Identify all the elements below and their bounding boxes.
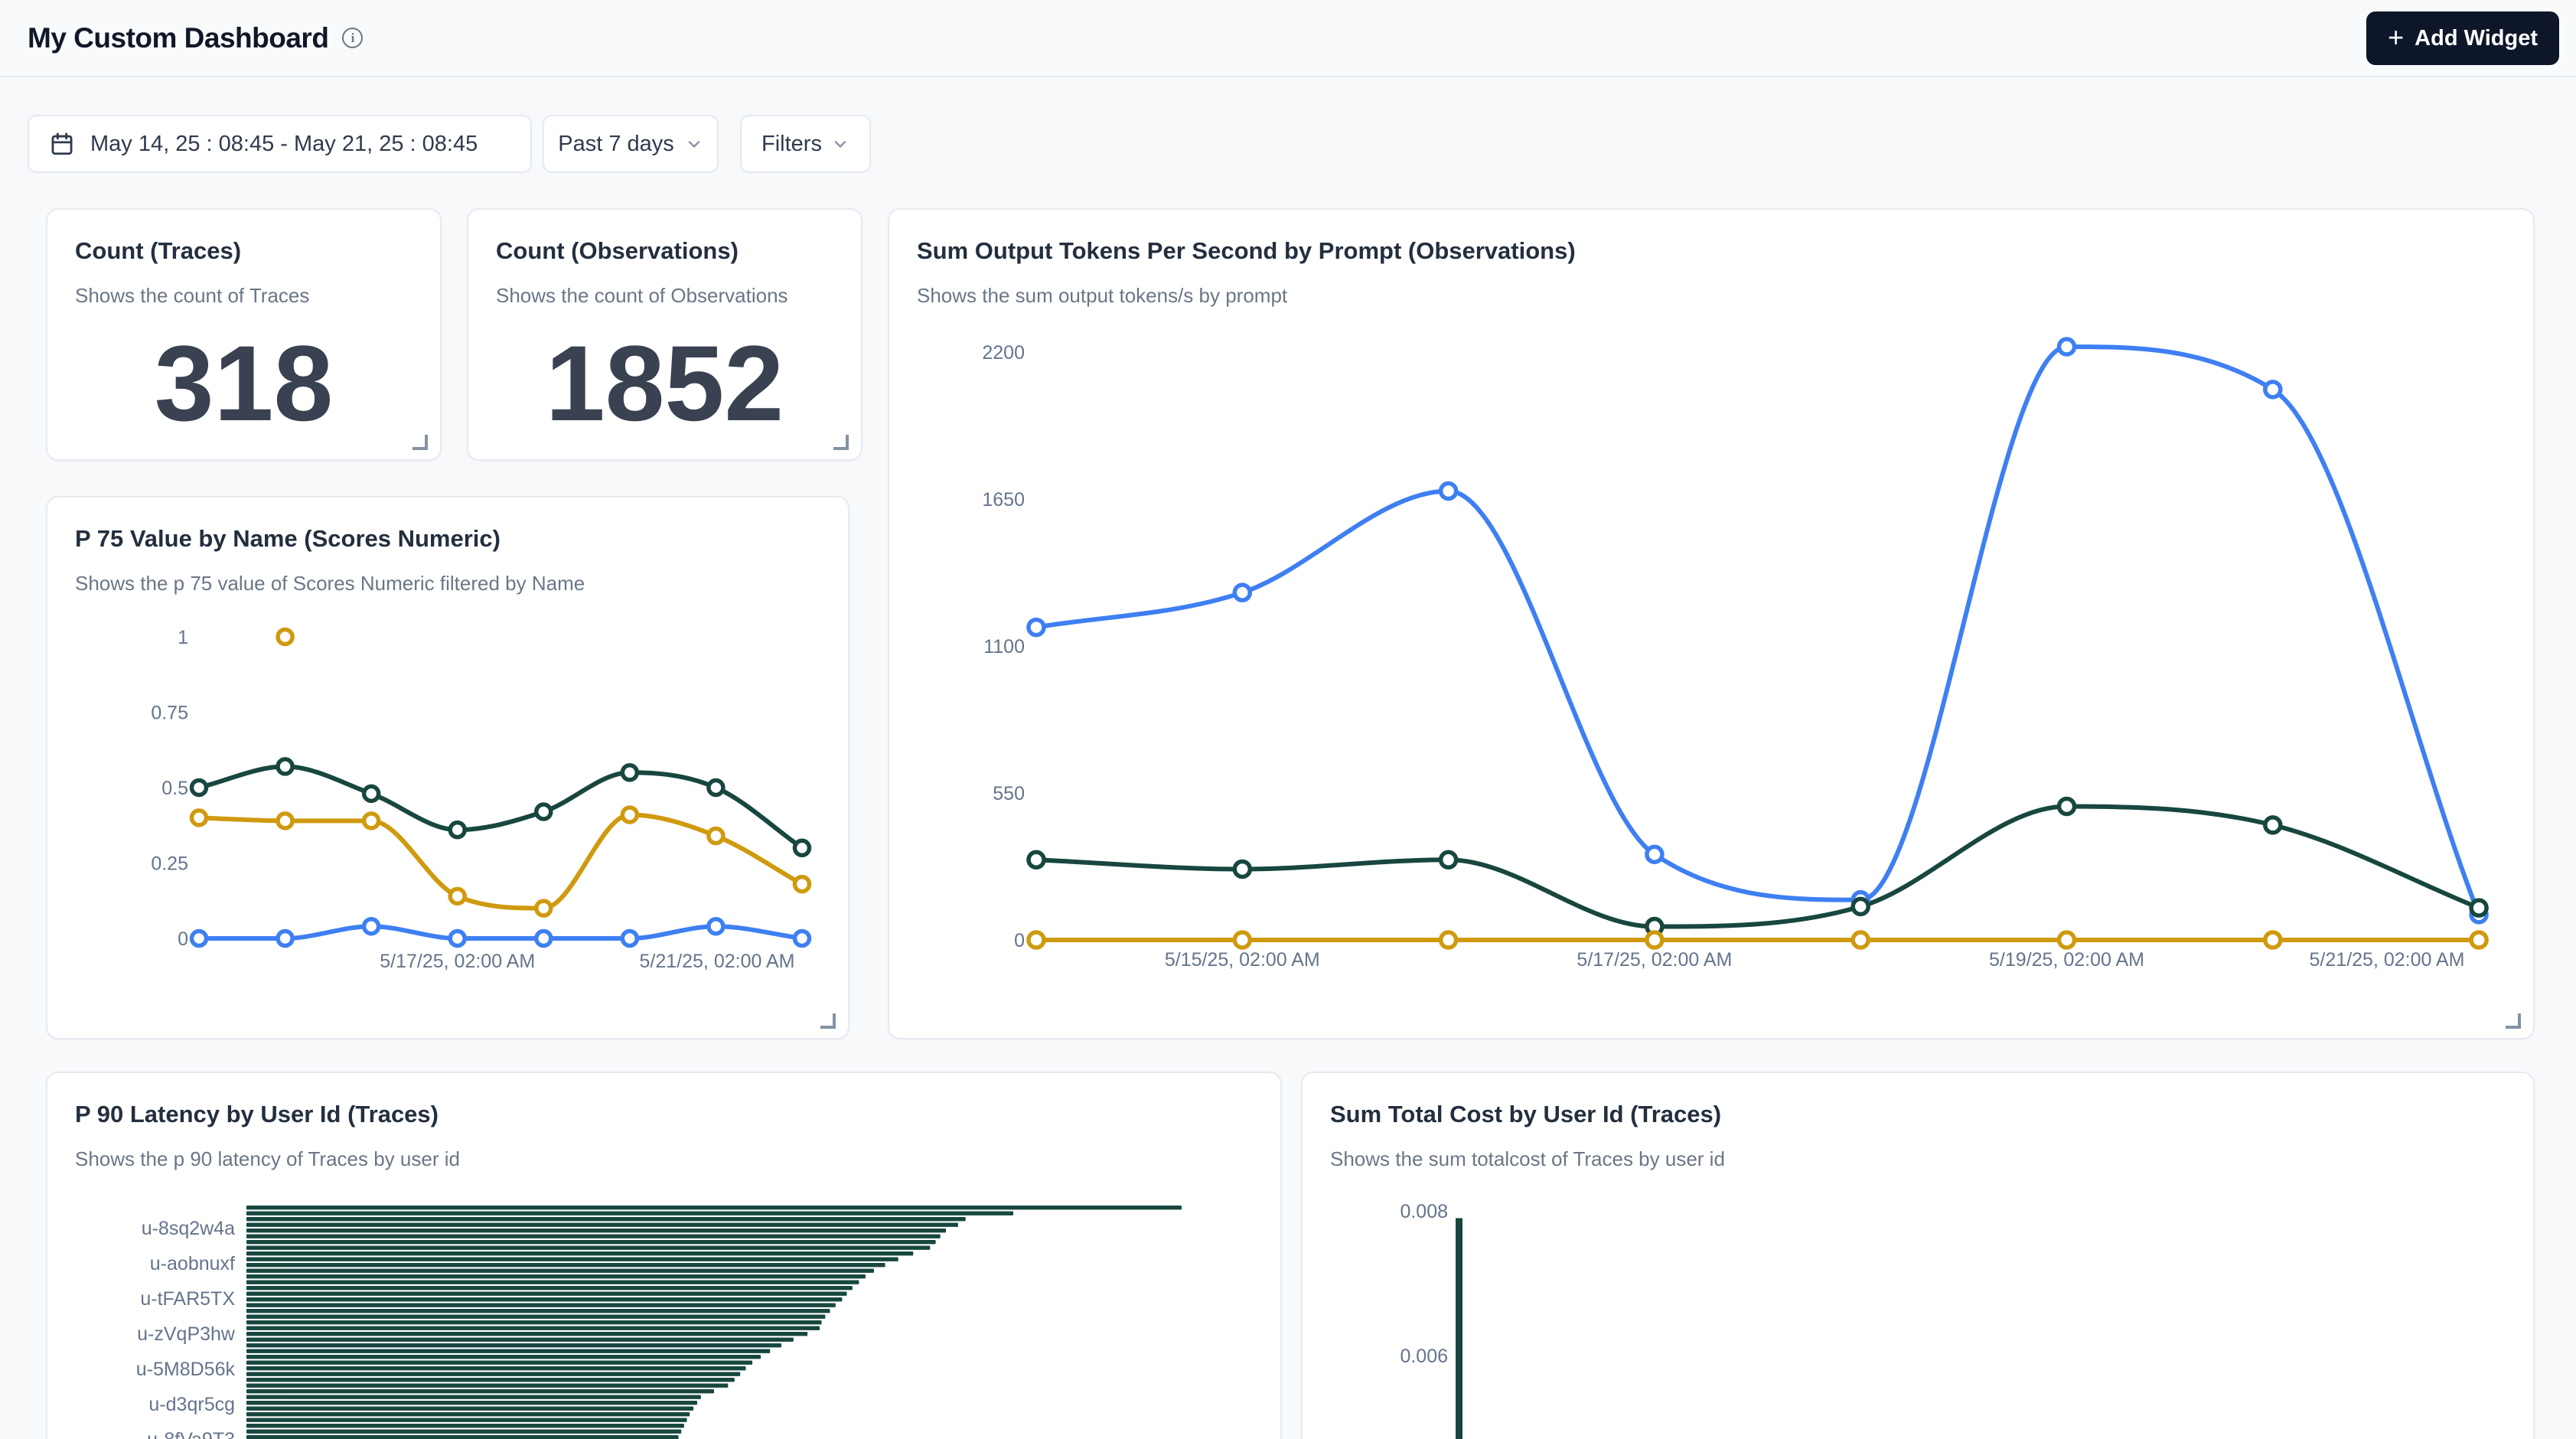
date-preset-label: Past 7 days: [558, 132, 674, 157]
svg-text:0.006: 0.006: [1400, 1346, 1448, 1367]
filters-label: Filters: [761, 132, 822, 157]
widget-subtitle: Shows the p 75 value of Scores Numeric f…: [75, 569, 585, 597]
widget-subtitle: Shows the p 90 latency of Traces by user…: [75, 1145, 460, 1173]
calendar-icon: [49, 131, 75, 157]
widget-title: Sum Total Cost by User Id (Traces): [1330, 1098, 1721, 1131]
widget-total-cost: 0.008 0.006 Sum Total Cost by User Id (Tr…: [1301, 1072, 2535, 1439]
widget-title: Count (Observations): [496, 234, 739, 268]
svg-text:u-8fVa9T3: u-8fVa9T3: [147, 1429, 235, 1439]
svg-text:1100: 1100: [983, 636, 1025, 658]
svg-text:u-d3qr5cg: u-d3qr5cg: [148, 1394, 235, 1415]
add-widget-label: Add Widget: [2415, 26, 2538, 51]
filters-dropdown[interactable]: Filters: [740, 115, 871, 173]
svg-text:5/21/25, 02:00 AM: 5/21/25, 02:00 AM: [640, 951, 795, 972]
add-widget-button[interactable]: + Add Widget: [2366, 11, 2559, 65]
svg-text:5/21/25, 02:00 AM: 5/21/25, 02:00 AM: [2310, 949, 2465, 971]
plus-icon: +: [2388, 24, 2404, 51]
tokens-line-chart[interactable]: 0 550 1100 1650 2200 5/15/25, 02:00 AM 5/17/25…: [889, 210, 2533, 1038]
date-range-picker[interactable]: May 14, 25 : 08:45 - May 21, 25 : 08:45: [28, 115, 532, 173]
svg-text:u-5M8D56k: u-5M8D56k: [136, 1359, 236, 1380]
svg-text:1650: 1650: [982, 489, 1025, 511]
svg-text:u-tFAR5TX: u-tFAR5TX: [140, 1288, 235, 1310]
widget-subtitle: Shows the sum totalcost of Traces by use…: [1330, 1145, 1725, 1173]
resize-handle-icon[interactable]: [412, 435, 428, 450]
metric-value: 318: [47, 326, 440, 441]
widget-title: P 75 Value by Name (Scores Numeric): [75, 522, 501, 556]
svg-text:5/17/25, 02:00 AM: 5/17/25, 02:00 AM: [1577, 949, 1732, 971]
widget-title: Sum Output Tokens Per Second by Prompt (…: [917, 234, 1576, 268]
page-title: My Custom Dashboard: [28, 22, 328, 54]
resize-handle-icon[interactable]: [833, 435, 849, 450]
svg-text:u-zVqP3hw: u-zVqP3hw: [137, 1323, 236, 1345]
metric-value: 1852: [468, 326, 861, 441]
svg-text:0.75: 0.75: [151, 703, 188, 724]
date-range-label: May 14, 25 : 08:45 - May 21, 25 : 08:45: [90, 132, 478, 157]
resize-handle-icon[interactable]: [820, 1013, 836, 1029]
svg-text:5/15/25, 02:00 AM: 5/15/25, 02:00 AM: [1165, 949, 1320, 971]
svg-text:5/19/25, 02:00 AM: 5/19/25, 02:00 AM: [1989, 949, 2144, 971]
app-header: My Custom Dashboard i + Add Widget: [0, 0, 2576, 77]
widget-subtitle: Shows the count of Traces: [75, 282, 309, 309]
svg-text:0.25: 0.25: [151, 853, 188, 875]
svg-text:2200: 2200: [982, 342, 1025, 364]
svg-text:0.008: 0.008: [1400, 1201, 1448, 1222]
info-icon[interactable]: i: [342, 28, 363, 48]
date-preset-dropdown[interactable]: Past 7 days: [543, 115, 719, 173]
svg-text:u-8sq2w4a: u-8sq2w4a: [142, 1218, 235, 1239]
widget-subtitle: Shows the count of Observations: [496, 282, 788, 309]
svg-text:5/17/25, 02:00 AM: 5/17/25, 02:00 AM: [380, 951, 535, 972]
widget-count-observations: Count (Observations) Shows the count of …: [467, 208, 862, 461]
chevron-down-icon: [685, 135, 703, 153]
svg-text:u-aobnuxf: u-aobnuxf: [150, 1253, 235, 1274]
widget-subtitle: Shows the sum output tokens/s by prompt: [917, 282, 1287, 309]
svg-text:0: 0: [1014, 930, 1025, 951]
widget-title: Count (Traces): [75, 234, 241, 268]
widget-p75-scores: 0 0.25 0.5 0.75 1 5/17/25, 02:00 AM 5/21/25, 0…: [46, 496, 849, 1039]
widget-tokens-per-second: 0 550 1100 1650 2200 5/15/25, 02:00 AM 5/17/25…: [888, 208, 2535, 1039]
widget-title: P 90 Latency by User Id (Traces): [75, 1098, 439, 1131]
chevron-down-icon: [831, 135, 849, 153]
svg-text:0.5: 0.5: [161, 778, 188, 799]
resize-handle-icon[interactable]: [2506, 1013, 2521, 1029]
svg-text:550: 550: [993, 783, 1025, 804]
widget-p90-latency: u-8sq2w4a u-aobnuxf u-tFAR5TX u-zVqP3hw u-5M…: [46, 1072, 1282, 1439]
widget-count-traces: Count (Traces) Shows the count of Traces…: [46, 208, 442, 461]
svg-text:1: 1: [178, 627, 188, 648]
svg-text:0: 0: [178, 928, 188, 950]
